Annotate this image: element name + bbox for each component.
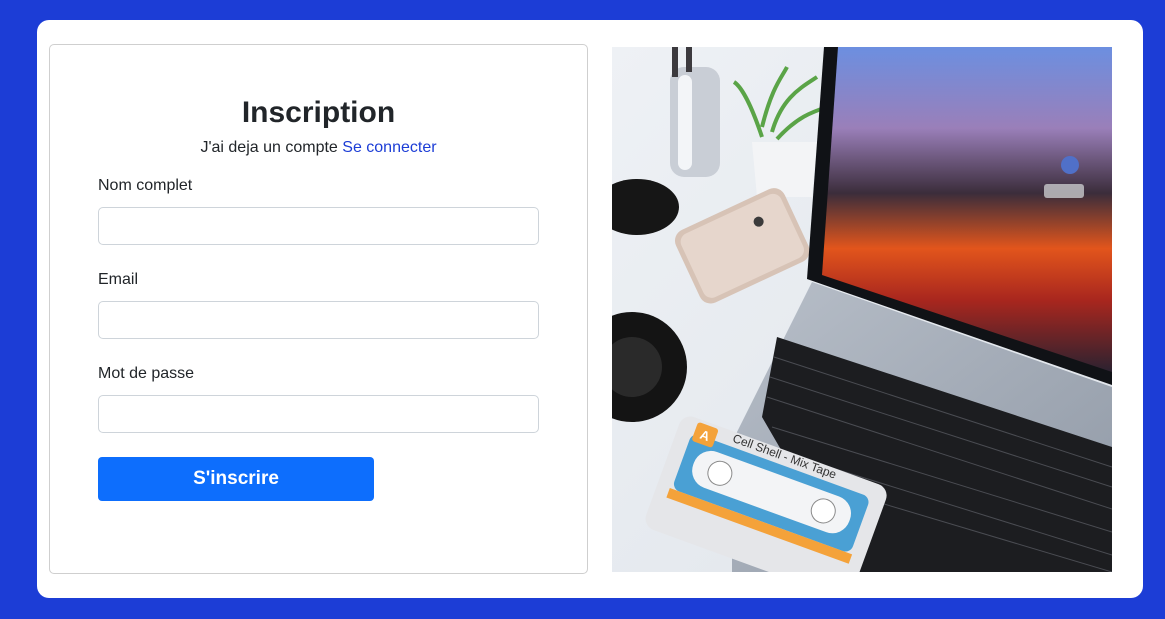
signup-form: Inscription J'ai deja un compte Se conne…	[49, 44, 588, 574]
email-label: Email	[98, 271, 139, 288]
fullname-label: Nom complet	[98, 177, 193, 194]
signup-card: Inscription J'ai deja un compte Se conne…	[37, 20, 1143, 598]
password-label: Mot de passe	[98, 365, 195, 382]
login-prompt-text: J'ai deja un compte	[200, 139, 338, 156]
login-link[interactable]: Se connecter	[342, 139, 436, 156]
email-input[interactable]	[98, 301, 539, 339]
password-input[interactable]	[98, 395, 539, 433]
page-title: Inscription	[241, 96, 396, 129]
fullname-input[interactable]	[98, 207, 539, 245]
login-prompt: J'ai deja un compte Se connecter	[50, 138, 587, 158]
laptop-photo: A Cell Shell - Mix Tape	[612, 47, 1112, 572]
laptop-photo-illustration: A Cell Shell - Mix Tape	[612, 47, 1112, 572]
signup-button[interactable]: S'inscrire	[98, 457, 374, 501]
